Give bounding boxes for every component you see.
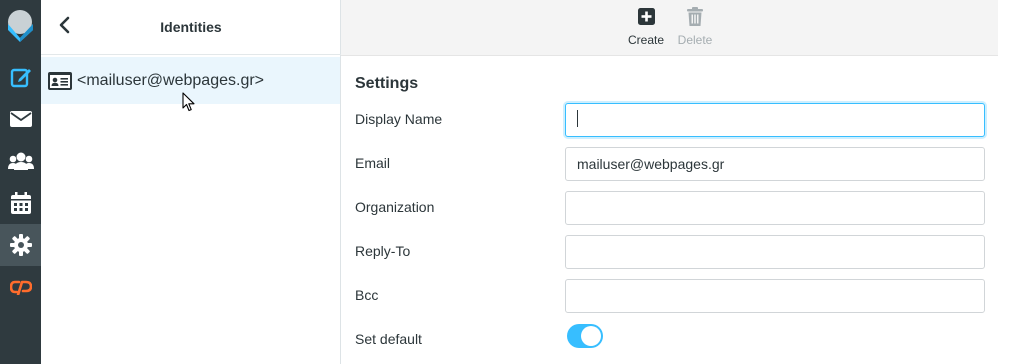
identities-header: Identities xyxy=(41,0,341,55)
identities-panel: Identities <mailuser@webpages.gr> xyxy=(41,0,341,364)
create-button-label: Create xyxy=(627,33,665,47)
contacts-icon xyxy=(7,151,34,171)
create-button[interactable]: Create xyxy=(621,7,671,47)
toolbar: Create Delete xyxy=(341,0,998,56)
compose-nav-item[interactable] xyxy=(0,56,41,98)
display-name-input[interactable] xyxy=(565,103,985,137)
identity-settings-form: Settings Display Name Email Organization… xyxy=(341,56,998,364)
bcc-input[interactable] xyxy=(565,279,985,313)
calendar-icon xyxy=(10,192,31,214)
mail-nav-item[interactable] xyxy=(0,98,41,140)
reply-to-input[interactable] xyxy=(565,235,985,269)
toggle-knob xyxy=(581,326,601,346)
plus-square-icon xyxy=(637,8,655,28)
cpanel-icon xyxy=(9,279,32,295)
delete-button[interactable]: Delete xyxy=(670,7,720,47)
email-input[interactable] xyxy=(565,147,985,181)
set-default-toggle[interactable] xyxy=(567,324,603,348)
settings-heading: Settings xyxy=(355,75,419,92)
identities-title: Identities xyxy=(160,19,222,35)
mail-icon xyxy=(9,110,32,128)
bcc-label: Bcc xyxy=(355,287,379,303)
roundcube-logo[interactable] xyxy=(0,0,41,53)
cpanel-nav-item[interactable] xyxy=(0,266,41,308)
window-edge xyxy=(998,0,1010,364)
text-caret xyxy=(577,110,578,127)
organization-label: Organization xyxy=(355,199,435,215)
settings-icon xyxy=(9,234,32,256)
app-rail xyxy=(0,0,41,364)
compose-icon xyxy=(10,66,32,88)
organization-input[interactable] xyxy=(565,191,985,225)
display-name-label: Display Name xyxy=(355,111,443,127)
trash-icon xyxy=(687,7,703,29)
mouse-cursor-icon xyxy=(182,92,196,117)
delete-button-label: Delete xyxy=(677,33,713,47)
set-default-label: Set default xyxy=(355,331,422,347)
calendar-nav-item[interactable] xyxy=(0,182,41,224)
settings-nav-item[interactable] xyxy=(0,224,41,266)
email-label: Email xyxy=(355,155,391,171)
reply-to-label: Reply-To xyxy=(355,243,411,259)
identity-email-label: <mailuser@webpages.gr> xyxy=(77,71,265,89)
contacts-nav-item[interactable] xyxy=(0,140,41,182)
id-card-icon xyxy=(48,71,72,90)
